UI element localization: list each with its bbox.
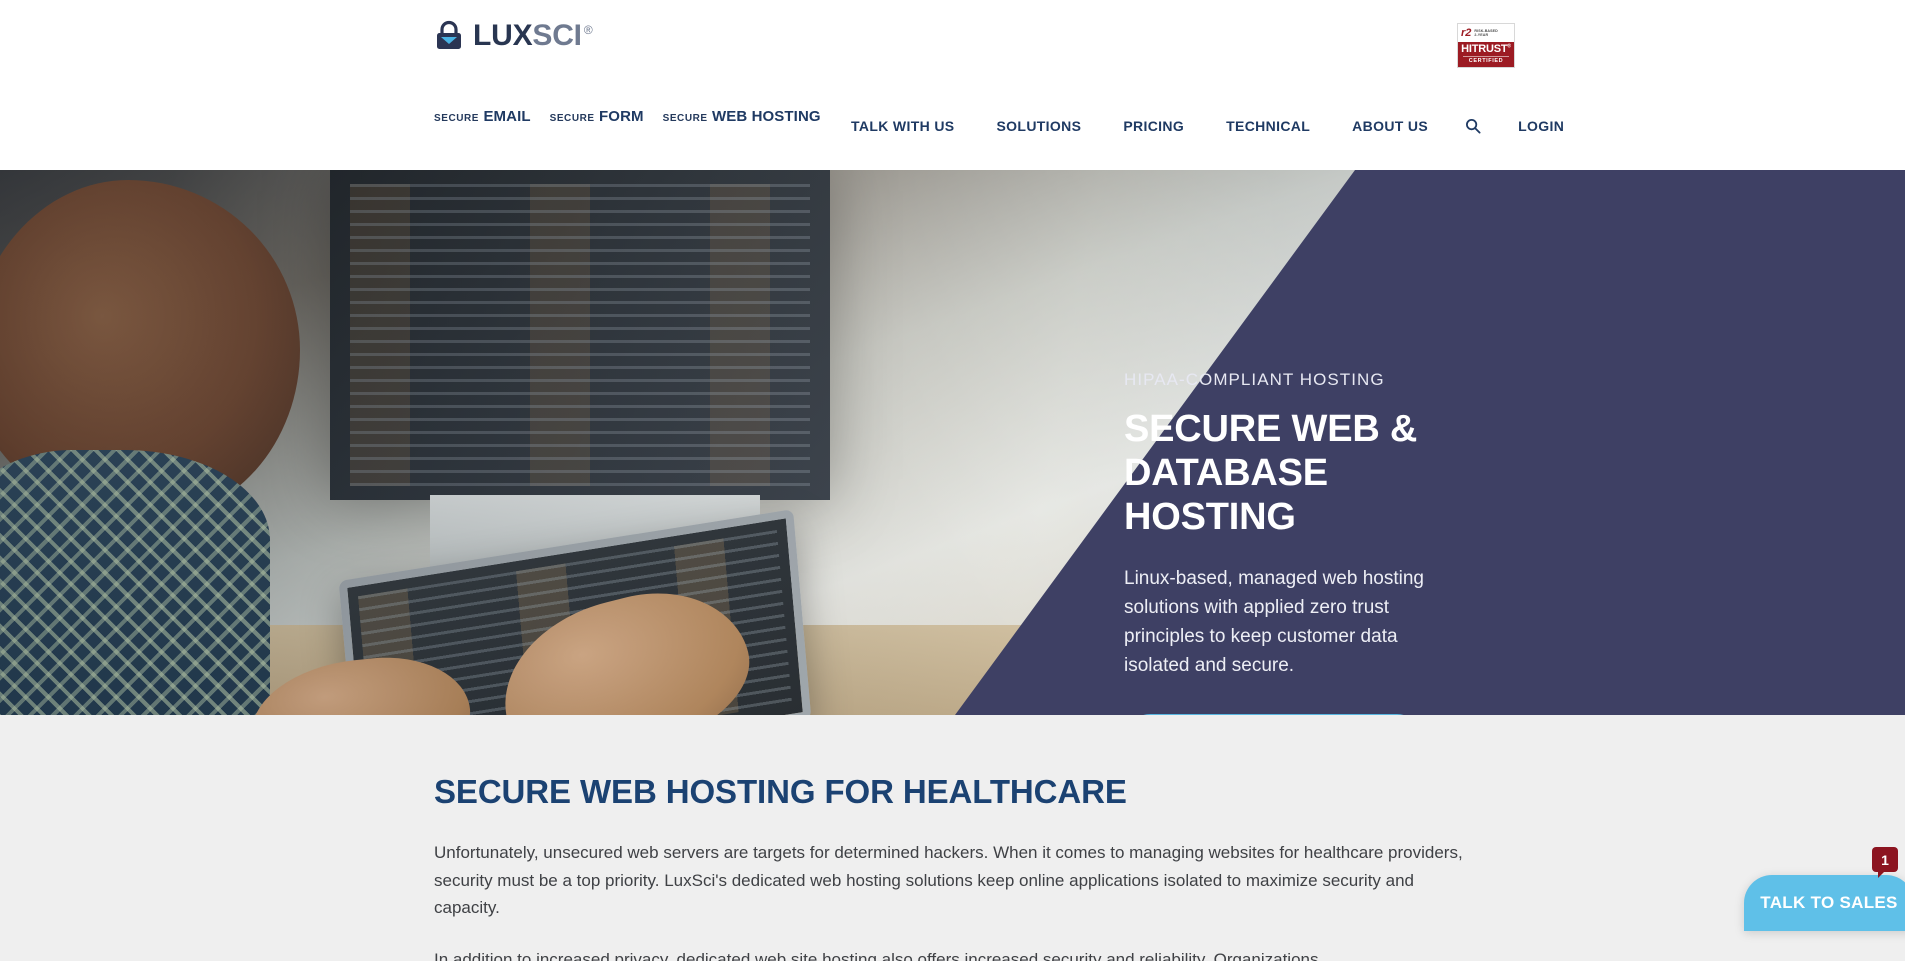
body-paragraph-1: Unfortunately, unsecured web servers are… (434, 843, 1463, 918)
sidebar-item-secure-web-hosting[interactable]: SECURE WEB HOSTING (663, 108, 821, 126)
section-heading: SECURE WEB HOSTING FOR HEALTHCARE (434, 773, 1127, 810)
hitrust-certified-badge: r2 RISK-BASED 2-YEAR HITRUST® CERTIFIED (1457, 23, 1515, 68)
secure-web-hosting-label: WEB HOSTING (712, 108, 821, 125)
hitrust-r2-label: r2 (1461, 26, 1472, 39)
primary-navigation: TALK WITH US SOLUTIONS PRICING TECHNICAL… (830, 118, 1585, 134)
padlock-envelope-icon (434, 20, 464, 52)
secure-email-label: EMAIL (483, 108, 531, 125)
hitrust-badge-main: HITRUST® CERTIFIED (1458, 42, 1514, 67)
hero-section: HIPAA-COMPLIANT HOSTING SECURE WEB & DAT… (0, 170, 1905, 715)
secure-form-kicker: SECURE (549, 113, 595, 124)
nav-item-talk-with-us[interactable]: TALK WITH US (830, 118, 975, 134)
chat-unread-badge: 1 (1872, 847, 1898, 878)
logo-lux: LUX (473, 19, 533, 52)
hitrust-name: HITRUST® (1461, 42, 1511, 56)
hero-eyebrow: HIPAA-COMPLIANT HOSTING (1124, 370, 1385, 389)
nav-item-solutions[interactable]: SOLUTIONS (975, 118, 1102, 134)
content-container: SECURE WEB HOSTING FOR HEALTHCARE Unfort… (434, 773, 1464, 961)
nav-item-about-us[interactable]: ABOUT US (1331, 118, 1449, 134)
logo-sci: SCI (532, 19, 582, 52)
nav-item-pricing[interactable]: PRICING (1102, 118, 1205, 134)
main-content: SECURE WEB HOSTING FOR HEALTHCARE Unfort… (0, 715, 1905, 961)
hitrust-subtitle-line1: RISK-BASED (1474, 28, 1498, 33)
search-icon[interactable] (1449, 118, 1497, 134)
hitrust-subtitle-line2: 2-YEAR (1474, 33, 1489, 37)
consult-with-an-expert-button[interactable]: CONSULT WITH AN EXPERT (1124, 713, 1424, 715)
body-paragraph-2: In addition to increased privacy, dedica… (434, 950, 1319, 961)
hitrust-name-mark: ® (1507, 43, 1511, 50)
site-logo[interactable]: LUXSCI ® (434, 19, 593, 52)
secure-web-hosting-kicker: SECURE (662, 113, 708, 124)
secure-email-kicker: SECURE (434, 113, 479, 124)
page-title: SECURE WEB & DATABASE HOSTING (1124, 408, 1418, 539)
hero-description: Linux-based, managed web hosting solutio… (1124, 568, 1424, 676)
site-header: LUXSCI ® r2 RISK-BASED 2-YEAR HITRUST® CE… (0, 0, 1905, 170)
nav-item-login[interactable]: LOGIN (1497, 118, 1585, 134)
secure-form-label: FORM (599, 108, 644, 125)
hero-content: HIPAA-COMPLIANT HOSTING SECURE WEB & DAT… (1124, 370, 1454, 715)
chat-widget[interactable]: 1 TALK TO SALES (1730, 845, 1905, 961)
sidebar-item-secure-email[interactable]: SECURE EMAIL (434, 108, 531, 126)
hitrust-name-text: HITRUST (1461, 42, 1508, 55)
sidebar-item-secure-form[interactable]: SECURE FORM (550, 108, 644, 126)
talk-to-sales-button[interactable]: TALK TO SALES (1744, 875, 1905, 931)
hitrust-badge-top: r2 RISK-BASED 2-YEAR (1458, 24, 1514, 42)
logo-wordmark: LUXSCI ® (473, 19, 593, 52)
hitrust-certified-text: CERTIFIED (1463, 56, 1509, 64)
hitrust-subtitle: RISK-BASED 2-YEAR (1474, 29, 1497, 38)
secure-product-nav: SECURE EMAIL SECURE FORM SECURE WEB HOST… (434, 108, 821, 126)
logo-registered-mark: ® (583, 23, 593, 37)
nav-item-technical[interactable]: TECHNICAL (1205, 118, 1331, 134)
